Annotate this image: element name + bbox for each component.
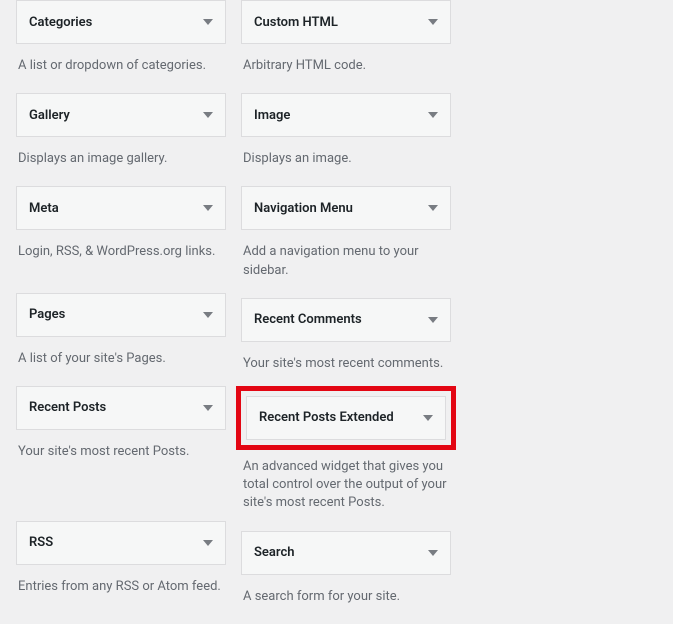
chevron-down-icon (203, 112, 213, 118)
widget-recent-comments: Recent Comments Your site's most recent … (241, 298, 451, 391)
widget-description: An advanced widget that gives you total … (241, 445, 451, 531)
widget-title: Recent Posts (29, 400, 106, 415)
chevron-down-icon (203, 205, 213, 211)
chevron-down-icon (428, 205, 438, 211)
available-widgets: Categories A list or dropdown of categor… (0, 0, 673, 624)
widget-recent-posts: Recent Posts Your site's most recent Pos… (16, 386, 226, 479)
chevron-down-icon (428, 112, 438, 118)
widget-title: Categories (29, 15, 92, 30)
widget-meta: Meta Login, RSS, & WordPress.org links. (16, 186, 226, 279)
widget-custom-html: Custom HTML Arbitrary HTML code. (241, 0, 451, 93)
widget-description: Entries from any RSS or Atom feed. (16, 565, 226, 614)
widget-description: Login, RSS, & WordPress.org links. (16, 230, 226, 279)
chevron-down-icon (203, 19, 213, 25)
widget-header[interactable]: Search (241, 531, 451, 575)
highlight-box: Recent Posts Extended (236, 386, 456, 450)
widget-image: Image Displays an image. (241, 93, 451, 186)
widget-title: Image (254, 108, 290, 123)
widget-header[interactable]: Categories (16, 0, 226, 44)
widget-rss: RSS Entries from any RSS or Atom feed. (16, 521, 226, 614)
widget-title: Custom HTML (254, 15, 338, 30)
widget-header[interactable]: Recent Posts (16, 386, 226, 430)
widget-search: Search A search form for your site. (241, 531, 451, 624)
widget-recent-posts-extended: Recent Posts Extended (246, 396, 446, 440)
chevron-down-icon (203, 405, 213, 411)
widget-title: Search (254, 545, 295, 560)
widget-title: Navigation Menu (254, 201, 353, 216)
widget-description: Your site's most recent Posts. (16, 430, 226, 479)
widget-header[interactable]: RSS (16, 521, 226, 565)
widget-header[interactable]: Navigation Menu (241, 186, 451, 230)
widget-title: Recent Comments (254, 312, 362, 327)
chevron-down-icon (428, 317, 438, 323)
widget-header[interactable]: Meta (16, 186, 226, 230)
widget-description: Add a navigation menu to your sidebar. (241, 230, 451, 297)
chevron-down-icon (203, 312, 213, 318)
widget-title: Recent Posts Extended (259, 410, 394, 425)
widget-description: Arbitrary HTML code. (241, 44, 451, 93)
widget-header[interactable]: Pages (16, 293, 226, 337)
widget-gallery: Gallery Displays an image gallery. (16, 93, 226, 186)
widget-header[interactable]: Recent Posts Extended (246, 396, 446, 440)
chevron-down-icon (203, 540, 213, 546)
widget-title: Gallery (29, 108, 70, 123)
chevron-down-icon (423, 415, 433, 421)
widget-header[interactable]: Image (241, 93, 451, 137)
widget-description: Your site's most recent comments. (241, 342, 451, 391)
widget-description: Displays an image. (241, 137, 451, 186)
widget-pages: Pages A list of your site's Pages. (16, 293, 226, 386)
widget-title: RSS (29, 535, 53, 550)
widget-header[interactable]: Custom HTML (241, 0, 451, 44)
widget-column-left: Categories A list or dropdown of categor… (16, 0, 226, 624)
widget-description: A list of your site's Pages. (16, 337, 226, 386)
chevron-down-icon (428, 19, 438, 25)
widget-description: Displays an image gallery. (16, 137, 226, 186)
widget-column-right: Custom HTML Arbitrary HTML code. Image D… (241, 0, 451, 624)
widget-categories: Categories A list or dropdown of categor… (16, 0, 226, 93)
widget-description: A list or dropdown of categories. (16, 44, 226, 93)
widget-header[interactable]: Gallery (16, 93, 226, 137)
widget-title: Pages (29, 307, 65, 322)
widget-navigation-menu: Navigation Menu Add a navigation menu to… (241, 186, 451, 297)
widget-title: Meta (29, 201, 59, 216)
widget-header[interactable]: Recent Comments (241, 298, 451, 342)
widget-description: A search form for your site. (241, 575, 451, 624)
chevron-down-icon (428, 550, 438, 556)
